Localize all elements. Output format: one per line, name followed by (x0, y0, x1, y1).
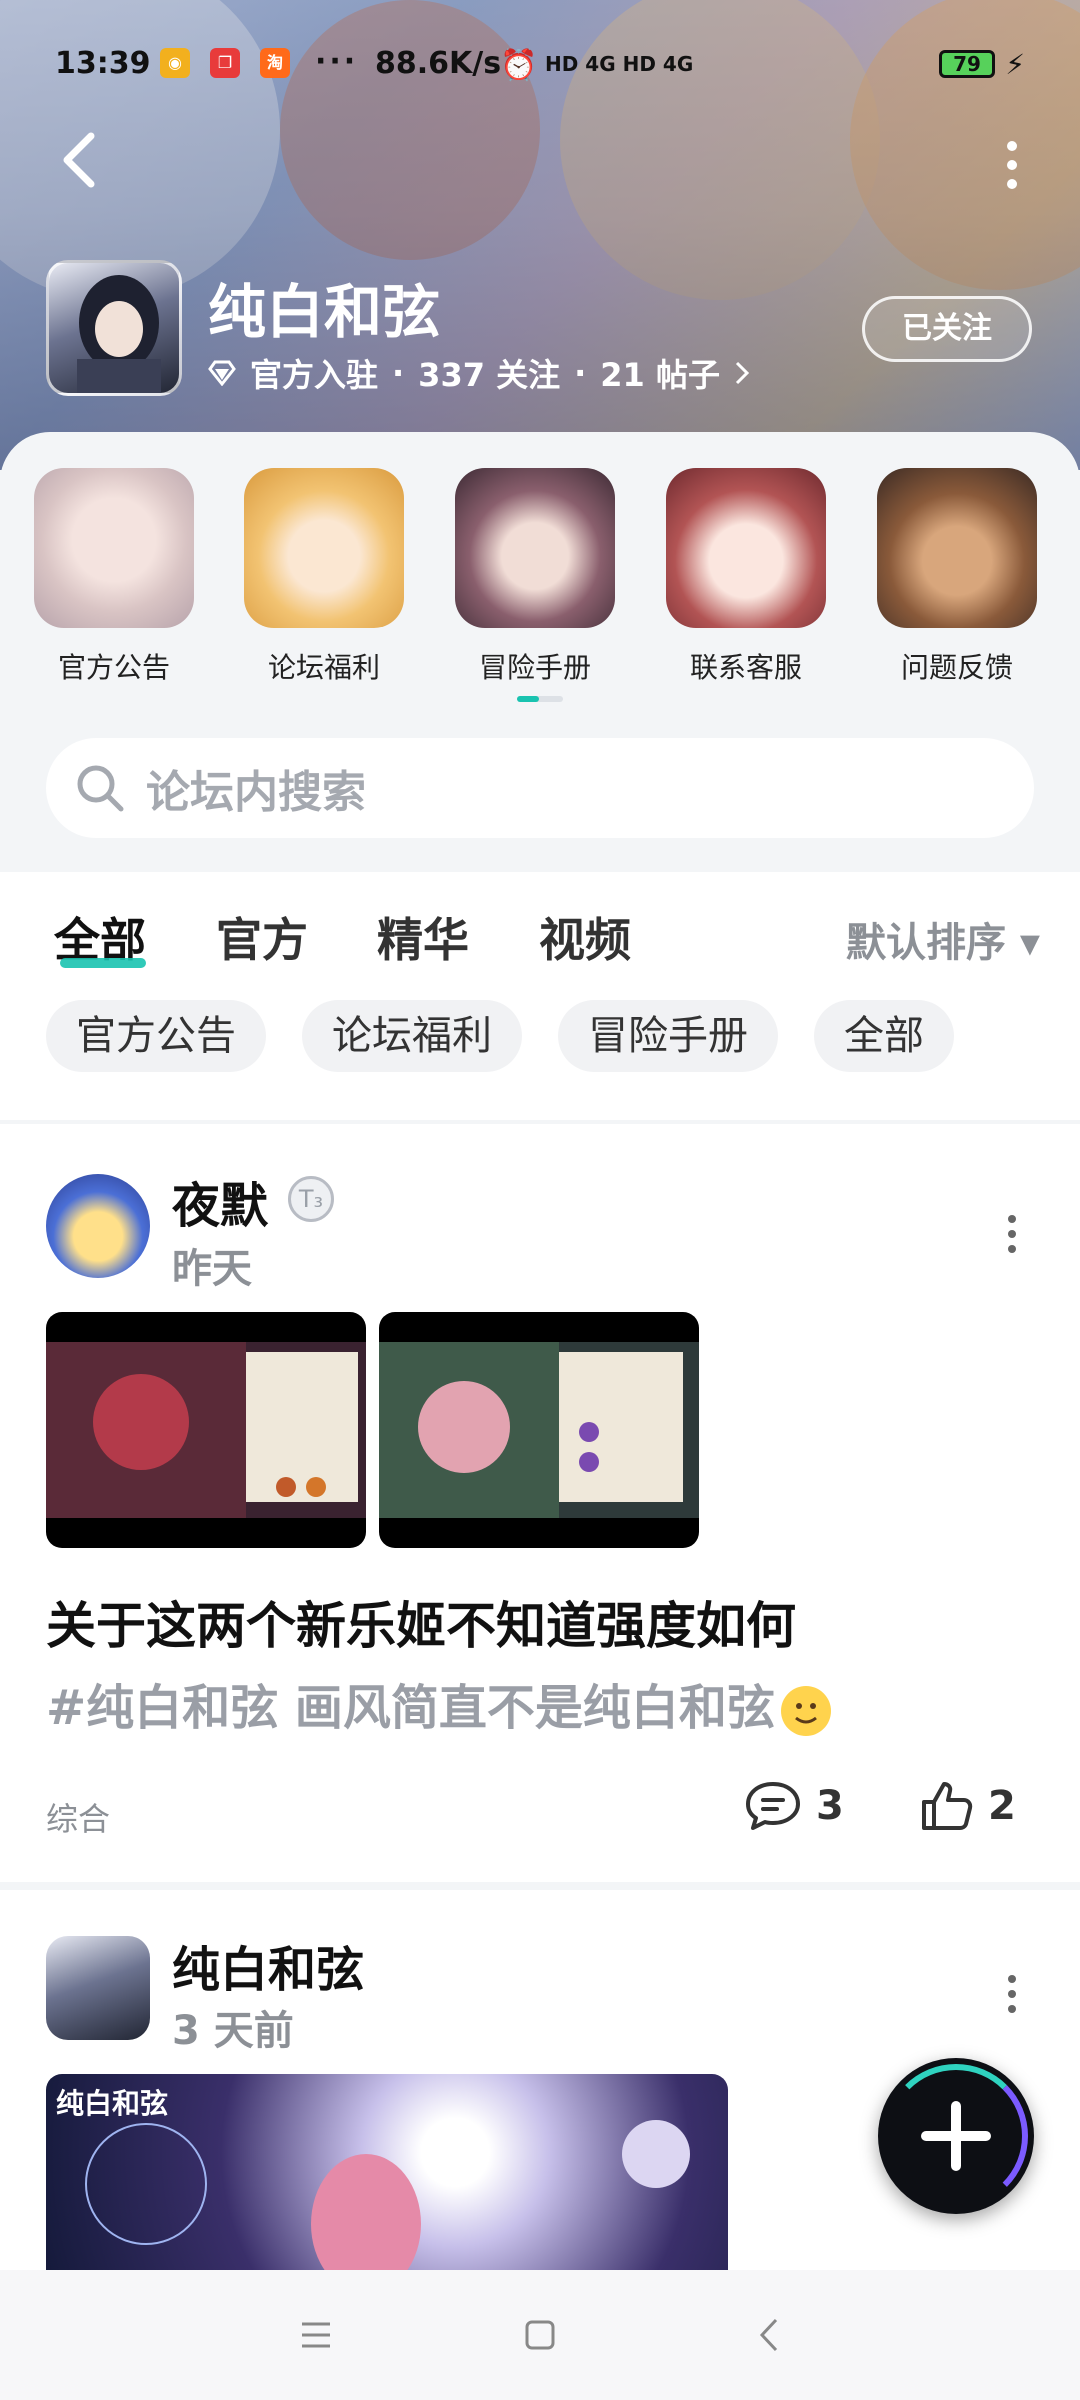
author-name[interactable]: 夜默 (172, 1166, 268, 1236)
menu-icon[interactable] (286, 2310, 346, 2360)
plus-icon (921, 2101, 991, 2171)
post-image[interactable] (46, 1312, 366, 1548)
sort-dropdown[interactable]: 默认排序 ▾ (846, 910, 1040, 968)
more-vertical-icon[interactable] (1006, 1974, 1018, 2014)
chevron-right-icon (735, 361, 750, 385)
home-icon[interactable] (510, 2310, 570, 2360)
post-tag-text: #纯白和弦 画风简直不是纯白和弦 (46, 1680, 775, 1736)
post-count: 21 帖子 (600, 356, 720, 394)
tab-official[interactable]: 官方 (216, 904, 308, 970)
like-count: 2 (988, 1783, 1016, 1829)
chip-all[interactable]: 全部 (814, 1000, 954, 1072)
forum-search-bar[interactable]: 论坛内搜索 (46, 738, 1034, 838)
meta-separator: · (392, 354, 405, 392)
shortcut-forum-welfare[interactable]: 论坛福利 (242, 468, 406, 686)
forum-header: 13:39 ◉ ❐ 淘 ··· 88.6K/s ⏰ HD 4G HD 4G 79… (0, 0, 1080, 470)
user-level-badge: T₃ (288, 1176, 334, 1222)
post-image[interactable] (379, 1312, 699, 1548)
tab-active-indicator (60, 958, 146, 968)
shortcut-official-notice[interactable]: 官方公告 (32, 468, 196, 686)
network-speed: 88.6K/s (375, 46, 502, 81)
followed-button[interactable]: 已关注 (862, 296, 1032, 362)
meta-separator: · (574, 354, 587, 392)
author-avatar[interactable] (46, 1936, 150, 2040)
create-post-button[interactable] (878, 2058, 1034, 2214)
charging-icon: ⚡ (1005, 48, 1025, 81)
feed-filter-area: 全部 官方 精华 视频 默认排序 ▾ 官方公告 论坛福利 冒险手册 全部 (0, 872, 1080, 1120)
shortcut-image (455, 468, 615, 628)
follow-count: 337 关注 (418, 356, 561, 394)
weibo-icon: ◉ (160, 48, 190, 78)
system-nav-bar (0, 2270, 1080, 2400)
post-divider (0, 1882, 1080, 1890)
shortcut-label: 联系客服 (689, 651, 802, 684)
comment-count: 3 (816, 1783, 844, 1829)
taobao-icon: 淘 (260, 48, 290, 78)
diamond-icon (208, 360, 236, 386)
chip-adventure-guide[interactable]: 冒险手册 (558, 1000, 778, 1072)
battery-icon: 79 (939, 50, 995, 78)
shortcut-image (877, 468, 1037, 628)
status-time: 13:39 (55, 46, 151, 81)
shortcut-label: 冒险手册 (478, 651, 591, 684)
shortcut-label: 论坛福利 (267, 651, 380, 684)
status-more: ··· (315, 44, 359, 79)
status-bar: 13:39 ◉ ❐ 淘 ··· 88.6K/s ⏰ HD 4G HD 4G 79… (0, 44, 1080, 88)
alarm-icon: ⏰ (500, 48, 538, 83)
signal-badges: HD 4G HD 4G (545, 52, 694, 76)
shortcut-image (666, 468, 826, 628)
shortcut-adventure-guide[interactable]: 冒险手册 (453, 468, 617, 686)
shortcut-label: 官方公告 (57, 651, 170, 684)
back-icon[interactable] (55, 130, 105, 190)
author-name[interactable]: 纯白和弦 (172, 1930, 364, 2000)
post-tags[interactable]: #纯白和弦 画风简直不是纯白和弦 (46, 1668, 831, 1738)
more-vertical-icon[interactable] (1006, 1214, 1018, 1254)
official-label: 官方入驻 (250, 356, 379, 394)
shortcut-image (244, 468, 404, 628)
post-title[interactable]: 关于这两个新乐姬不知道强度如何 (46, 1586, 796, 1658)
chip-forum-welfare[interactable]: 论坛福利 (302, 1000, 522, 1072)
more-vertical-icon[interactable] (1004, 140, 1020, 190)
search-placeholder: 论坛内搜索 (146, 767, 366, 818)
back-nav-icon[interactable] (740, 2310, 800, 2360)
forum-shortcuts-card: 官方公告 论坛福利 冒险手册 联系客服 问题反馈 论坛内搜索 (0, 432, 1080, 872)
forum-avatar[interactable] (46, 260, 182, 396)
like-stat[interactable]: 2 (920, 1780, 1016, 1832)
post-time: 3 天前 (172, 2008, 294, 2054)
search-icon (77, 765, 124, 812)
shortcut-customer-service[interactable]: 联系客服 (664, 468, 828, 686)
app-icon: ❐ (210, 48, 240, 78)
tab-featured[interactable]: 精华 (377, 904, 469, 970)
page-indicator (517, 696, 563, 702)
shortcut-label: 问题反馈 (900, 651, 1013, 684)
author-avatar[interactable] (46, 1174, 150, 1278)
forum-title: 纯白和弦 (208, 278, 441, 346)
post-time: 昨天 (172, 1246, 252, 1292)
forum-meta[interactable]: 官方入驻 · 337 关注 · 21 帖子 (208, 350, 750, 396)
post-card[interactable]: 夜默 T₃ 昨天 关于这两个新乐姬不知道强度如何 #纯白和弦 画风简直不是纯白和… (0, 1124, 1080, 1882)
thumbs-up-icon (922, 1782, 973, 1830)
shortcut-feedback[interactable]: 问题反馈 (875, 468, 1039, 686)
comment-icon (746, 1782, 800, 1830)
smile-emoji-icon (780, 1686, 831, 1736)
post-banner-image[interactable]: 纯白和弦 (46, 2074, 728, 2270)
tab-video[interactable]: 视频 (539, 904, 631, 970)
post-category: 综合 (46, 1800, 111, 1838)
comment-stat[interactable]: 3 (744, 1780, 844, 1832)
chip-official-notice[interactable]: 官方公告 (46, 1000, 266, 1072)
shortcut-image (34, 468, 194, 628)
